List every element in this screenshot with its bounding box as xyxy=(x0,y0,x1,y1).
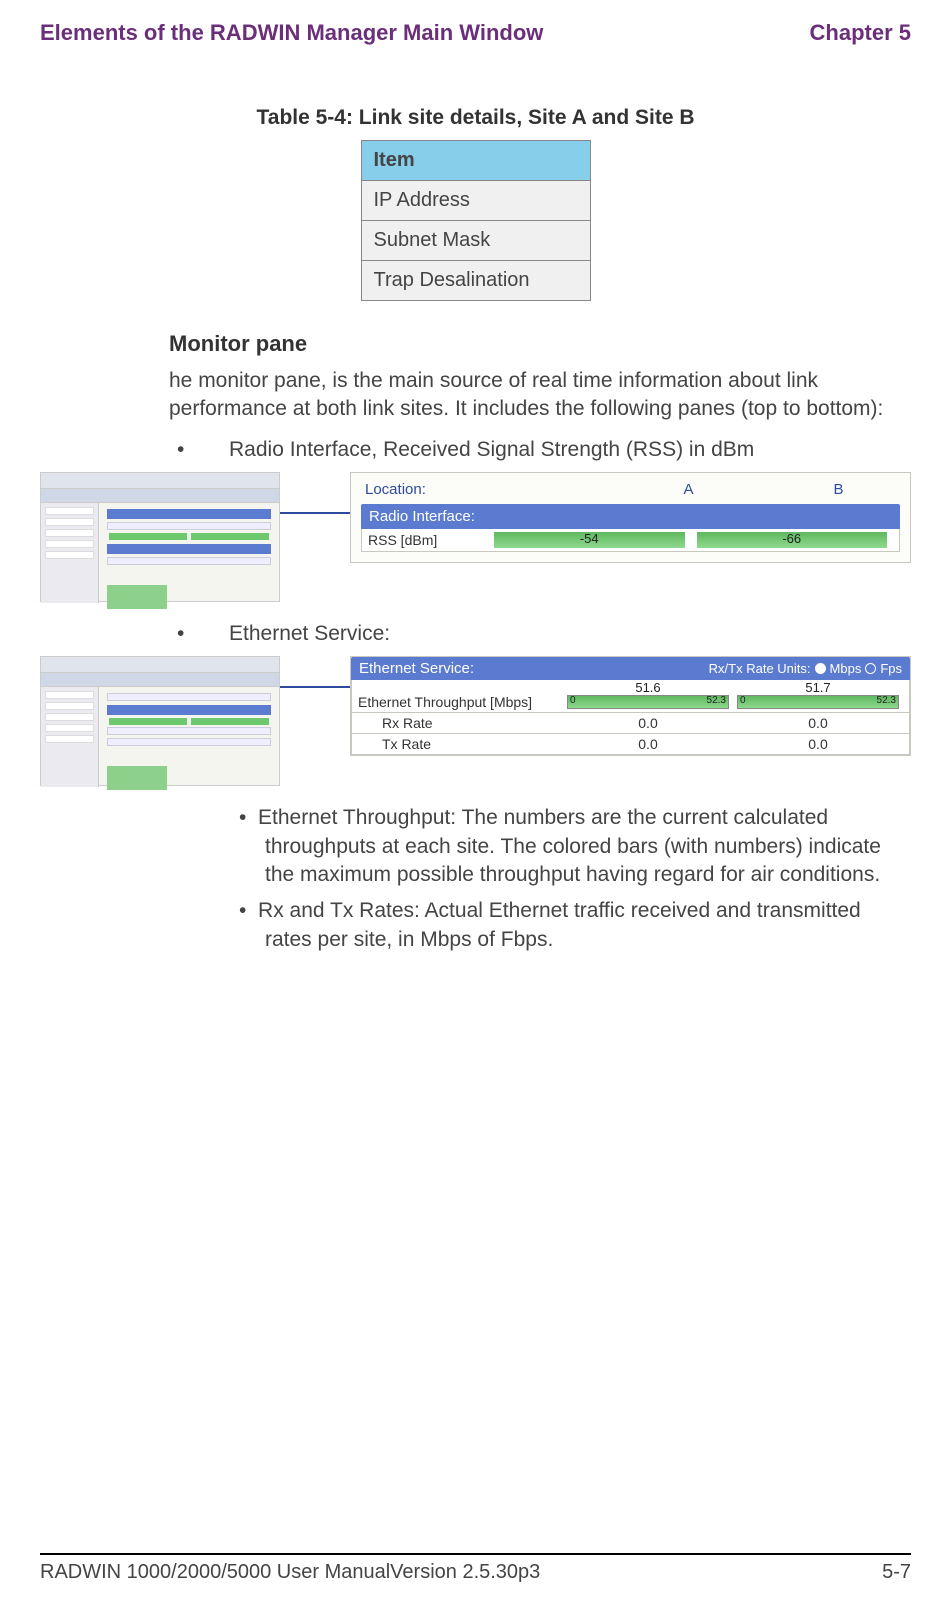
sub-bullet-text: Rx and Tx Rates: Actual Ethernet traffic… xyxy=(258,899,861,950)
ethernet-service-header: Ethernet Service: Rx/Tx Rate Units: Mbps… xyxy=(351,657,910,680)
rx-value-b: 0.0 xyxy=(733,715,903,731)
tx-label: Tx Rate xyxy=(358,736,563,752)
rx-value-a: 0.0 xyxy=(563,715,733,731)
ethernet-mini-thumbnail xyxy=(40,656,280,786)
unit-mbps[interactable]: Mbps xyxy=(830,661,862,676)
tx-value-b: 0.0 xyxy=(733,736,903,752)
bullet-dot: • xyxy=(239,899,258,922)
units-label: Rx/Tx Rate Units: xyxy=(709,661,811,676)
location-label: Location: xyxy=(365,481,596,498)
radio-mbps-icon[interactable] xyxy=(815,663,826,674)
unit-fps[interactable]: Fps xyxy=(880,661,902,676)
monitor-intro: he monitor pane, is the main source of r… xyxy=(169,367,911,424)
link-site-table: Item IP Address Subnet Mask Trap Desalin… xyxy=(361,140,591,301)
page-footer: RADWIN 1000/2000/5000 User ManualVersion… xyxy=(40,1553,911,1584)
rx-rate-row: Rx Rate 0.0 0.0 xyxy=(351,713,910,734)
table-caption: Table 5-4: Link site details, Site A and… xyxy=(40,106,911,130)
throughput-row: Ethernet Throughput [Mbps] 51.6 0 52.3 5… xyxy=(351,680,910,713)
bullet-dot: • xyxy=(203,620,229,648)
rss-bar-a: -54 xyxy=(494,532,685,548)
column-a-header: A xyxy=(596,481,781,498)
radio-mini-thumbnail xyxy=(40,472,280,602)
connector-line xyxy=(280,512,350,514)
sub-bullet-rxtx: • Rx and Tx Rates: Actual Ethernet traff… xyxy=(239,897,911,954)
tp-b-max: 52.3 xyxy=(877,695,896,706)
ethernet-detail-panel: Ethernet Service: Rx/Tx Rate Units: Mbps… xyxy=(350,656,911,756)
rss-row: RSS [dBm] -54 -66 xyxy=(361,529,900,552)
table-row: Trap Desalination xyxy=(361,261,590,301)
tp-a-min: 0 xyxy=(570,695,576,706)
chapter-label: Chapter 5 xyxy=(810,20,911,46)
radio-detail-panel: Location: A B Radio Interface: RSS [dBm]… xyxy=(350,472,911,563)
ethernet-figure-row: Ethernet Service: Rx/Tx Rate Units: Mbps… xyxy=(40,656,911,786)
rss-value-a: -54 xyxy=(580,531,599,546)
tp-a-max: 52.3 xyxy=(707,695,726,706)
bullet-dot: • xyxy=(239,806,258,829)
table-row: Subnet Mask xyxy=(361,221,590,261)
footer-page-number: 5-7 xyxy=(882,1561,911,1584)
bullet-radio-interface: •Radio Interface, Received Signal Streng… xyxy=(203,436,911,464)
radio-interface-header: Radio Interface: xyxy=(361,504,900,529)
footer-left: RADWIN 1000/2000/5000 User ManualVersion… xyxy=(40,1561,540,1584)
rate-units-group: Rx/Tx Rate Units: Mbps Fps xyxy=(709,661,902,676)
rss-bar-b: -66 xyxy=(697,532,888,548)
radio-fps-icon[interactable] xyxy=(865,663,876,674)
throughput-value-a: 51.6 xyxy=(635,680,660,695)
monitor-pane-heading: Monitor pane xyxy=(169,331,911,357)
table-row: IP Address xyxy=(361,181,590,221)
section-title: Elements of the RADWIN Manager Main Wind… xyxy=(40,20,543,46)
throughput-label: Ethernet Throughput [Mbps] xyxy=(358,694,563,710)
tx-rate-row: Tx Rate 0.0 0.0 xyxy=(351,734,910,755)
throughput-bar-a: 51.6 0 52.3 xyxy=(567,695,729,709)
throughput-value-b: 51.7 xyxy=(805,680,830,695)
bullet-text: Radio Interface, Received Signal Strengt… xyxy=(229,438,754,461)
ethernet-section-label: Ethernet Service: xyxy=(359,660,474,677)
bullet-text: Ethernet Service: xyxy=(229,622,390,645)
tx-value-a: 0.0 xyxy=(563,736,733,752)
rss-value-b: -66 xyxy=(782,531,801,546)
rss-label: RSS [dBm] xyxy=(368,532,488,548)
rx-label: Rx Rate xyxy=(358,715,563,731)
bullet-ethernet-service: •Ethernet Service: xyxy=(203,620,911,648)
radio-figure-row: Location: A B Radio Interface: RSS [dBm]… xyxy=(40,472,911,602)
connector-line xyxy=(280,686,350,688)
throughput-bar-b: 51.7 0 52.3 xyxy=(737,695,899,709)
tp-b-min: 0 xyxy=(740,695,746,706)
sub-bullet-throughput: • Ethernet Throughput: The numbers are t… xyxy=(239,804,911,889)
page-header: Elements of the RADWIN Manager Main Wind… xyxy=(40,20,911,46)
bullet-dot: • xyxy=(203,436,229,464)
sub-bullet-text: Ethernet Throughput: The numbers are the… xyxy=(258,806,881,886)
table-header-item: Item xyxy=(361,141,590,181)
column-b-header: B xyxy=(781,481,896,498)
